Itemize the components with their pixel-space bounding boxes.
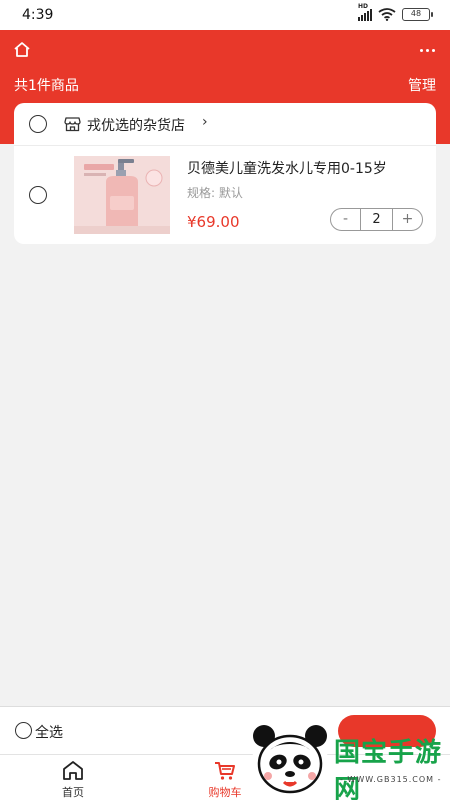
product-spec: 规格: 默认	[187, 186, 243, 200]
decrease-quantity-button[interactable]: -	[331, 209, 360, 230]
tab-home-label: 首页	[62, 786, 84, 799]
increase-quantity-button[interactable]: +	[393, 209, 422, 230]
home-tab-icon	[63, 761, 83, 780]
product-title[interactable]: 贝德美儿童洗发水儿专用0-15岁	[187, 158, 422, 178]
status-icons: HD 48	[358, 3, 433, 21]
shop-select-radio[interactable]	[29, 115, 47, 133]
more-icon	[419, 48, 423, 52]
status-bar: 4:39 HD 48	[0, 0, 450, 30]
more-menu-button[interactable]	[416, 40, 438, 60]
item-select-radio[interactable]	[29, 186, 47, 204]
cart-shop-card: 戎优选的杂货店 › 贝德美儿童洗发水儿专用0-15岁 规格: 默认 ¥69.00…	[14, 103, 436, 244]
network-type: HD	[358, 2, 369, 10]
product-image[interactable]	[74, 156, 170, 234]
cart-tab-icon	[215, 762, 235, 780]
watermark: 国宝手游网 - WWW.GB315.COM -	[248, 722, 450, 800]
signal-icon: HD	[358, 3, 372, 21]
home-icon[interactable]	[12, 40, 32, 60]
quantity-stepper: - 2 +	[330, 208, 423, 231]
chevron-right-icon: ›	[202, 114, 208, 130]
select-all-radio[interactable]	[15, 722, 32, 739]
battery-icon: 48	[402, 8, 433, 21]
watermark-text: 国宝手游网	[334, 738, 443, 800]
product-price: ¥69.00	[187, 213, 240, 231]
shop-name-link[interactable]: 戎优选的杂货店	[87, 115, 185, 135]
select-all-label[interactable]: 全选	[35, 722, 63, 742]
store-icon	[64, 117, 81, 132]
shampoo-bottle-image	[74, 156, 170, 234]
tab-home[interactable]: 首页	[43, 759, 103, 800]
status-time: 4:39	[22, 7, 54, 23]
item-count: 共1件商品	[14, 78, 79, 94]
watermark-url: - WWW.GB315.COM -	[340, 775, 442, 784]
shop-row: 戎优选的杂货店 ›	[14, 103, 436, 146]
tab-cart-label: 购物车	[208, 786, 242, 799]
quantity-value[interactable]: 2	[360, 209, 393, 230]
wifi-icon	[378, 8, 396, 21]
panda-logo-icon	[252, 724, 328, 800]
manage-button[interactable]: 管理	[408, 75, 436, 95]
tab-cart[interactable]: 购物车	[195, 759, 255, 800]
